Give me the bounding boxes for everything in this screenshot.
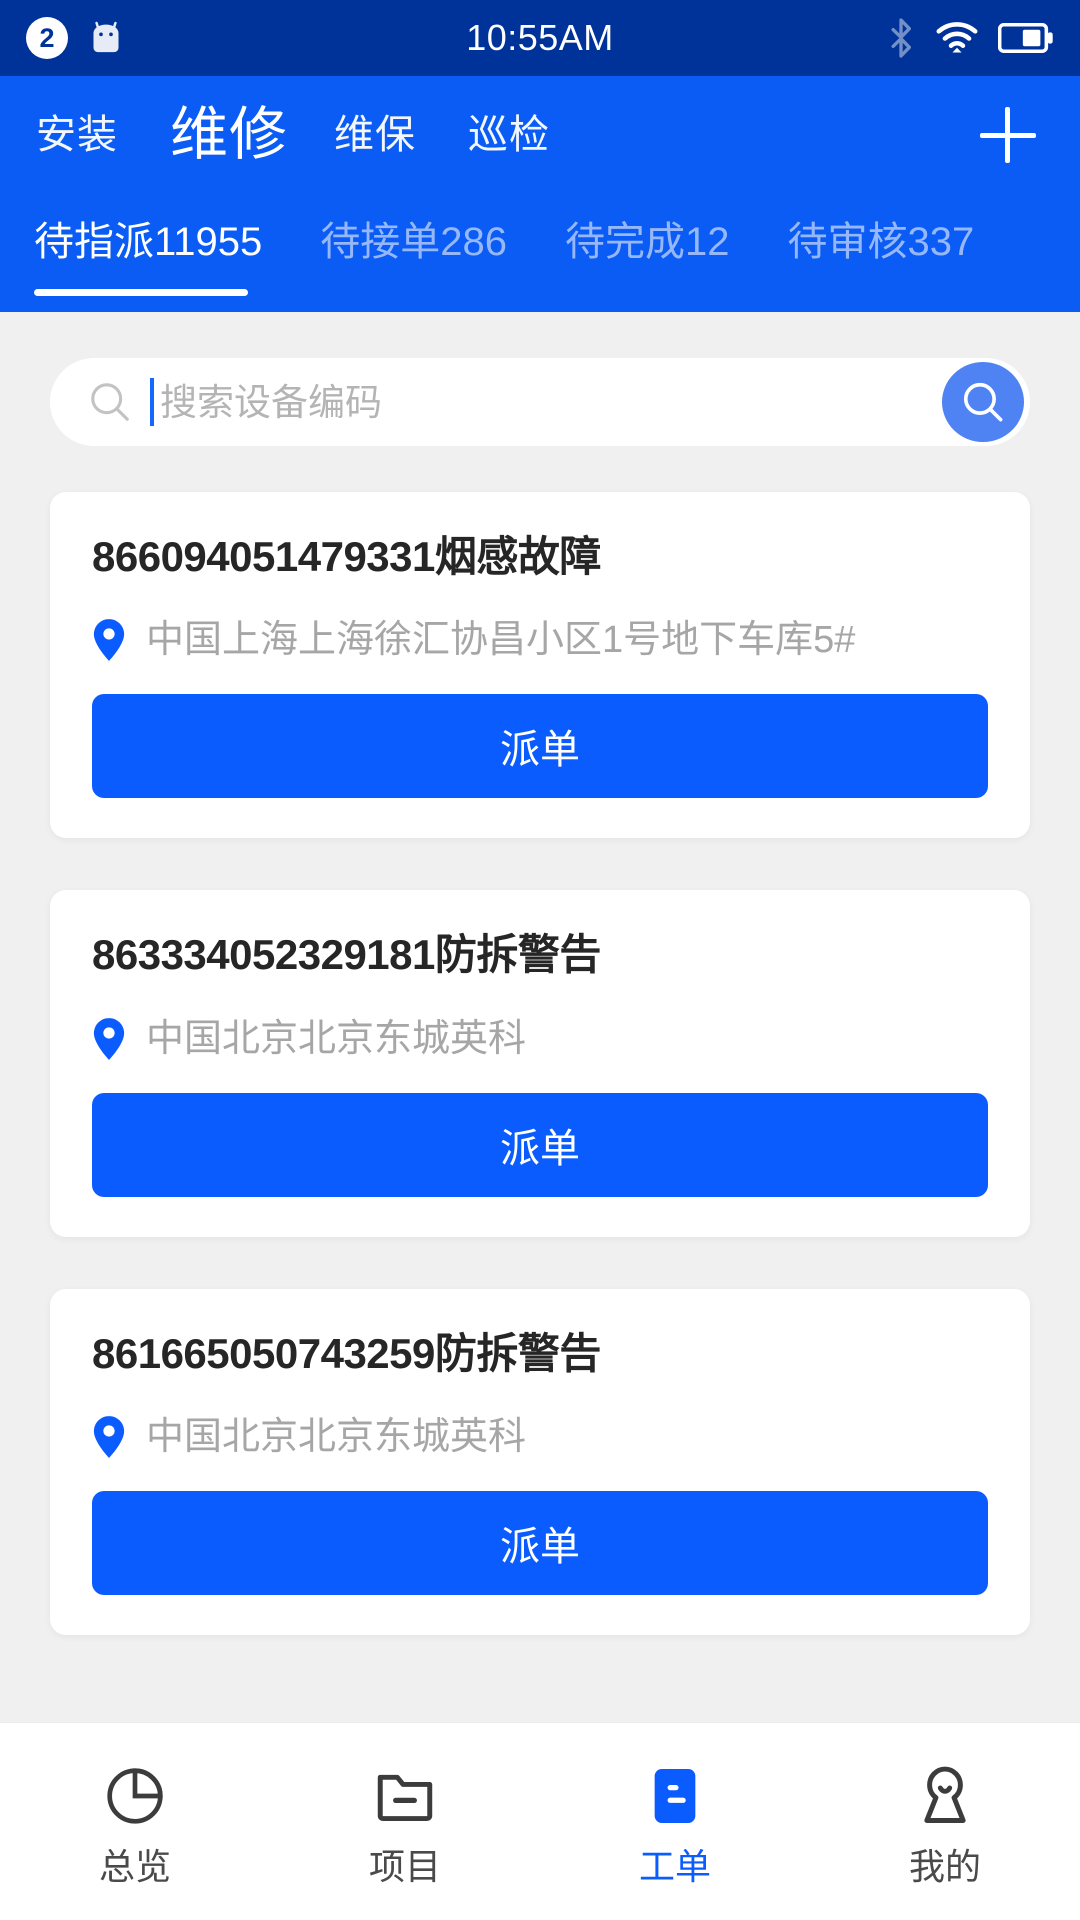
nav-label-work-orders: 工单 [638, 1845, 711, 1887]
search-box[interactable]: 搜索设备编码 [50, 358, 1030, 446]
status-bar-left: 2 [26, 17, 126, 59]
search-button[interactable] [942, 362, 1024, 442]
search-icon [91, 383, 129, 421]
sub-tab-pending-accept[interactable]: 待接单286 [320, 194, 507, 262]
work-order-card[interactable]: 866094051479331烟感故障 中国上海上海徐汇协昌小区1号地下车库5#… [50, 492, 1030, 839]
dispatch-button[interactable]: 派单 [92, 694, 988, 799]
work-order-address: 中国北京北京东城英科 [146, 1017, 527, 1060]
main-tab-maintenance[interactable]: 维保 [334, 115, 416, 155]
work-order-address-row: 中国北京北京东城英科 [92, 1017, 988, 1061]
sub-tab-bar: 待指派11955 待接单286 待完成12 待审核337 [0, 194, 1080, 312]
work-order-address-row: 中国上海上海徐汇协昌小区1号地下车库5# [92, 618, 988, 662]
work-order-title: 863334052329181防拆警告 [92, 931, 601, 979]
search-row: 搜索设备编码 [50, 312, 1030, 446]
work-order-list: 866094051479331烟感故障 中国上海上海徐汇协昌小区1号地下车库5#… [50, 492, 1030, 1636]
folder-icon [372, 1759, 438, 1833]
location-pin-icon [93, 1017, 125, 1060]
nav-item-overview[interactable]: 总览 [0, 1759, 270, 1885]
search-submit-icon [963, 382, 1003, 422]
battery-icon [998, 22, 1053, 54]
pie-chart-icon [102, 1759, 168, 1833]
add-button[interactable] [972, 99, 1044, 171]
nav-label-projects: 项目 [368, 1845, 441, 1887]
work-order-address-row: 中国北京北京东城英科 [92, 1415, 988, 1459]
nav-item-projects[interactable]: 项目 [270, 1759, 540, 1885]
main-content: 搜索设备编码 866094051479331烟感故障 中国上海上海徐汇协昌小区1… [0, 312, 1080, 1920]
work-order-address: 中国北京北京东城英科 [146, 1416, 527, 1459]
android-robot-icon [93, 21, 119, 53]
app-root: 2 10:55AM 安装 维修 维保 巡检 待指派11955 待接单286 待完… [0, 0, 1080, 1920]
work-order-icon [642, 1759, 708, 1833]
app-header: 安装 维修 维保 巡检 待指派11955 待接单286 待完成12 待审核337 [0, 76, 1080, 312]
text-cursor [150, 378, 154, 426]
main-tab-bar: 安装 维修 维保 巡检 [0, 76, 1080, 194]
search-input[interactable]: 搜索设备编码 [160, 384, 382, 421]
status-bar: 2 10:55AM [0, 0, 1080, 76]
location-pin-icon [93, 619, 125, 662]
status-bar-right [886, 18, 1054, 58]
dispatch-button[interactable]: 派单 [92, 1092, 988, 1197]
sub-tab-pending-complete[interactable]: 待完成12 [565, 194, 730, 262]
dispatch-button[interactable]: 派单 [92, 1491, 988, 1596]
person-icon [912, 1759, 978, 1833]
work-order-card[interactable]: 861665050743259防拆警告 中国北京北京东城英科 派单 [50, 1288, 1030, 1636]
wifi-icon [936, 22, 978, 53]
nav-label-profile: 我的 [908, 1845, 981, 1887]
sub-tab-pending-assign[interactable]: 待指派11955 [34, 194, 262, 296]
nav-label-overview: 总览 [98, 1845, 171, 1887]
work-order-address: 中国上海上海徐汇协昌小区1号地下车库5# [146, 619, 856, 662]
main-tab-repair[interactable]: 维修 [170, 106, 288, 164]
bottom-navigation: 总览 项目 工单 我的 [0, 1722, 1080, 1920]
nav-item-profile[interactable]: 我的 [810, 1759, 1080, 1885]
work-order-card[interactable]: 863334052329181防拆警告 中国北京北京东城英科 派单 [50, 890, 1030, 1237]
nav-item-work-orders[interactable]: 工单 [540, 1759, 810, 1885]
sub-tab-pending-review[interactable]: 待审核337 [788, 194, 975, 262]
work-order-title: 866094051479331烟感故障 [92, 533, 601, 580]
work-order-title: 861665050743259防拆警告 [92, 1329, 601, 1377]
location-pin-icon [93, 1416, 125, 1459]
main-tab-install[interactable]: 安装 [36, 115, 118, 155]
notification-count-badge: 2 [26, 17, 68, 59]
main-tab-inspection[interactable]: 巡检 [468, 115, 550, 155]
bluetooth-icon [891, 18, 911, 58]
